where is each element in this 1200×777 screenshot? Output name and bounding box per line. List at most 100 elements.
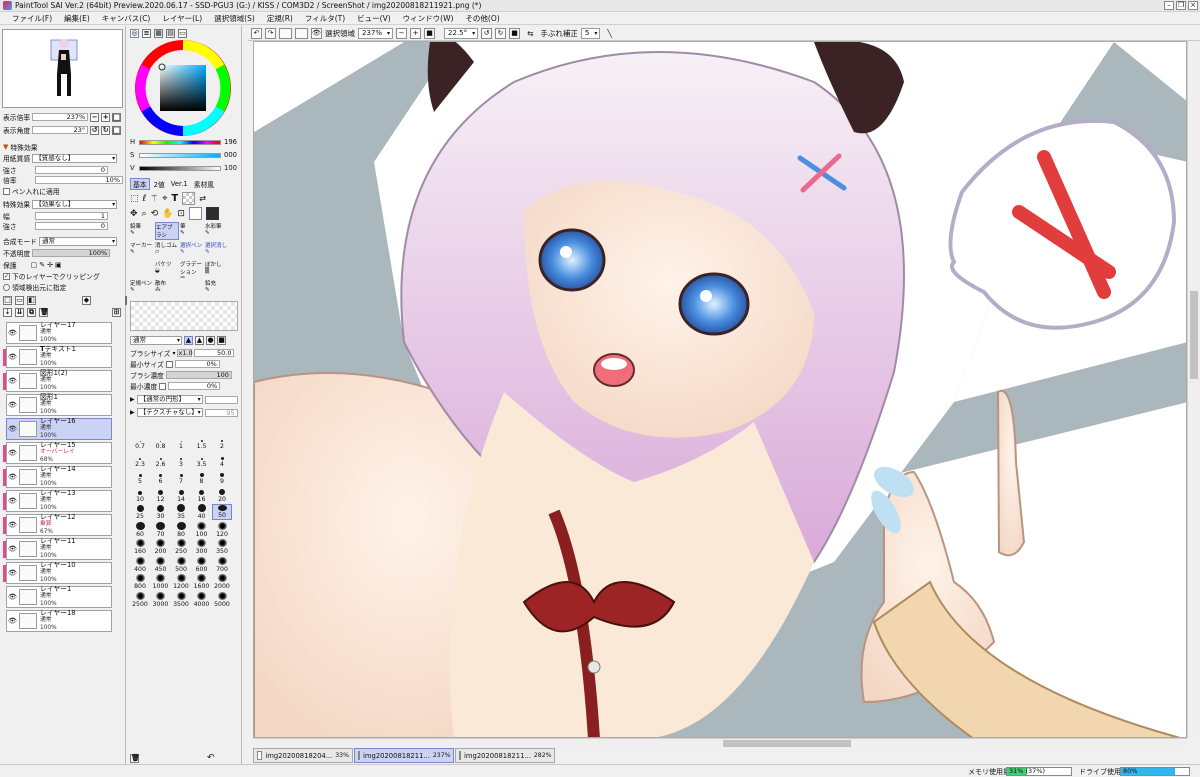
brush-size-cell[interactable]: 7 [171,469,191,485]
doc-tab-1[interactable]: img20200818204... 33% [253,748,353,763]
tool-empty-2[interactable] [180,279,204,297]
toolbar-zoom-in-button[interactable]: + [410,27,422,39]
layer-row-18[interactable]: 👁 レイヤー18 通常 100% [6,609,112,632]
swatch-tab-icon[interactable]: ▤ [166,29,175,38]
menu-selection[interactable]: 選択領域(S) [208,13,261,24]
menu-ruler[interactable]: 定規(R) [261,13,299,24]
brush-size-cell[interactable]: 350 [212,539,232,555]
horizontal-scroll-thumb[interactable] [723,740,851,747]
line-tool-icon[interactable]: ╲ [607,29,612,38]
transparent-swatch[interactable] [182,192,196,205]
brush-size-cell[interactable]: 3.5 [192,452,212,468]
flip-horizontal-icon[interactable]: ⇆ [527,29,533,38]
dome-shape-icon[interactable]: ▲ [195,336,204,345]
brush-size-cell[interactable]: 700 [212,556,232,573]
brush-size-cell[interactable]: 40 [192,504,212,520]
brush-size-cell[interactable]: 6 [151,469,171,485]
paper-select[interactable]: 【質感なし】 [32,153,118,163]
brush-size-cell[interactable]: 14 [171,487,191,503]
blend-mode-select[interactable]: 通常 [38,236,117,246]
layer-settings-button[interactable]: ⊞ [112,308,121,317]
tab-basic[interactable]: 基本 [130,178,150,190]
new-layer-button[interactable]: □ [3,296,12,305]
eye-icon[interactable]: 👁 [8,593,17,602]
scratchpad-tab-icon[interactable]: ▭ [178,29,187,38]
lasso-icon[interactable]: ℓ [143,194,147,204]
opacity-slider[interactable]: 100% [32,249,111,257]
layer-row-10[interactable]: 👁 レイヤー10 通常 100% [3,561,112,584]
brush-size-cell[interactable]: 1600 [192,574,212,590]
brush-size-cell[interactable]: 1 [171,434,191,450]
brush-size-cell[interactable]: 30 [151,504,171,520]
eye-icon[interactable]: 👁 [8,353,17,362]
hand-icon[interactable]: ✋ [162,209,173,219]
layer-row-15[interactable]: 👁 レイヤー15 オーバーレイ 68% [3,441,112,464]
eye-icon[interactable]: 👁 [8,401,17,410]
text-tool-icon[interactable]: T [171,193,178,204]
toolbar-rotate-cw-button[interactable]: ↻ [495,27,507,39]
brush-size-cell[interactable]: 160 [130,539,150,555]
layer-move-icon[interactable]: ⊡ [177,209,185,219]
tool-brush[interactable]: 筆 ✎ [180,222,204,240]
redo-icon[interactable]: ↷ [265,27,276,39]
layer-row-13[interactable]: 👁 レイヤー13 通常 100% [3,489,112,512]
brush-size-cell[interactable]: 400 [130,556,150,573]
vertical-scroll-thumb[interactable] [1190,291,1198,379]
effect-width-field[interactable]: 1 [35,212,108,220]
brush-size-cell[interactable]: 1200 [171,574,191,590]
swap-colors-icon[interactable]: ⇄ [199,194,206,203]
layer-row-1[interactable]: 👁 レイヤー1 通常 100% [6,585,112,608]
delete-layer-button[interactable]: 🗑 [39,308,49,317]
square-shape-icon[interactable]: ■ [217,336,226,345]
tool-lead[interactable]: 鉛充 ✎ [205,279,229,297]
brush-size-cell[interactable]: 0.8 [151,434,171,450]
toolbar-zoom-reset-button[interactable]: ■ [424,27,436,39]
brush-size-cell[interactable]: 2500 [130,591,150,608]
edge-select[interactable]: 【通常の円形】 [136,395,203,404]
menu-file[interactable]: ファイル(F) [6,13,58,24]
lock-icon[interactable]: ▢ [31,261,38,269]
brush-size-cell[interactable]: 2 [212,434,232,450]
undo-icon[interactable]: ↶ [251,27,262,39]
close-button[interactable]: × [1188,1,1198,10]
merge-down-button[interactable]: ⇊ [15,308,24,317]
tool-airbrush[interactable]: エアブラシ✑ [155,222,179,240]
color-wheel-tab-icon[interactable]: ◎ [130,29,139,38]
brush-size-cell[interactable]: 3500 [171,591,191,608]
eye-icon[interactable]: 👁 [8,497,17,506]
select-source-radio[interactable] [3,283,10,291]
doc-tab-3[interactable]: img20200818211... 282% [455,748,555,763]
alpha-lock-icon[interactable]: ▣ [55,261,62,269]
eye-icon[interactable]: 👁 [8,545,17,554]
layer-row-16[interactable]: 👁 レイヤー16 通常 100% [6,417,112,440]
canvas[interactable] [253,41,1187,738]
eye-icon[interactable]: 👁 [8,329,17,338]
position-lock-icon[interactable]: ✢ [47,261,53,269]
zoom-reset-button[interactable]: ■ [112,112,122,122]
toolbar-zoom-out-button[interactable]: − [396,27,408,39]
nav-angle-field[interactable]: 23° [32,126,89,134]
new-folder-button[interactable]: ▭ [15,296,24,305]
eye-icon[interactable]: 👁 [8,449,17,458]
menu-other[interactable]: その他(O) [459,13,505,24]
layer-row-11[interactable]: 👁 レイヤー11 通常 100% [3,537,112,560]
effect-select[interactable]: 【効果なし】 [32,199,118,209]
hue-slider[interactable] [139,139,221,145]
round-shape-icon[interactable]: ● [206,336,215,345]
texture-field[interactable]: 95 [204,408,238,417]
brush-size-cell[interactable]: 100 [192,521,212,538]
brush-size-cell[interactable]: 4 [212,452,232,468]
doc-tab-2[interactable]: img20200818211... 237% [354,748,454,763]
brush-size-cell[interactable]: 200 [151,539,171,555]
eye-icon[interactable]: 👁 [8,521,17,530]
tab-binary[interactable]: 2値 [152,179,167,189]
tool-eraser[interactable]: 消しゴム ▱ [155,241,179,259]
rotate-icon[interactable]: ⟲ [151,209,159,219]
rgb-slider-tab-icon[interactable]: ≡ [142,29,151,38]
tool-pencil[interactable]: 鉛筆 ✎ [130,222,154,240]
secondary-color-swatch[interactable] [188,207,202,220]
brush-size-cell[interactable]: 0.7 [130,434,150,450]
menu-layer[interactable]: レイヤー(L) [156,13,208,24]
eyedropper-icon[interactable]: ⌖ [162,194,167,204]
tool-marker[interactable]: マーカー ✎ [130,241,154,259]
